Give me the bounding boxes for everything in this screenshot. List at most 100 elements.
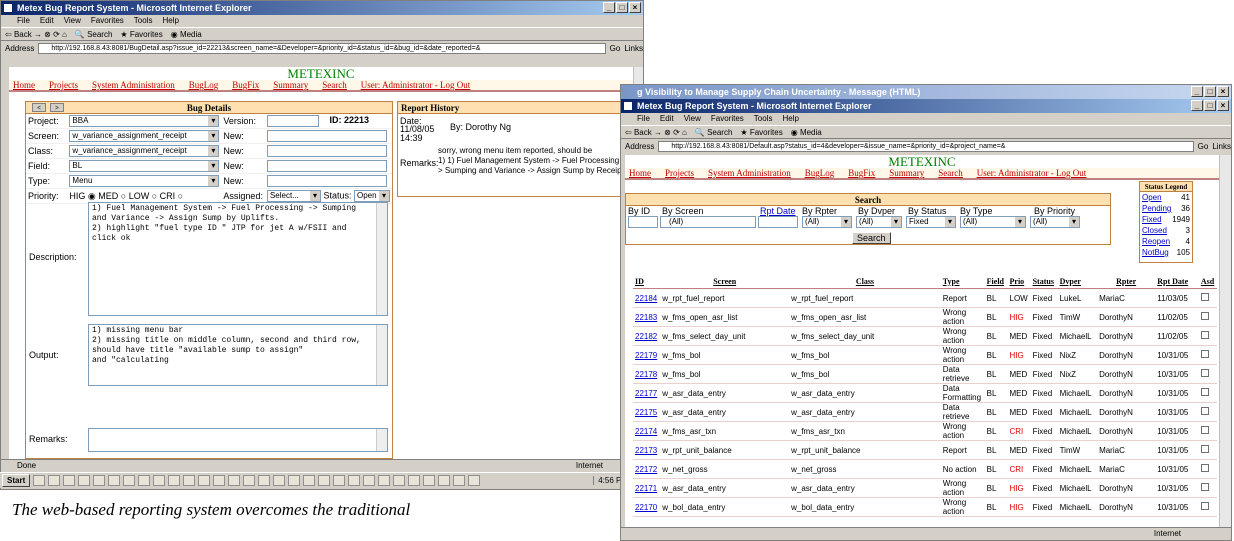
taskbar-item[interactable]	[468, 475, 481, 486]
row-id-link[interactable]: 22172	[633, 459, 661, 479]
row-id-link[interactable]: 22171	[633, 478, 661, 498]
screen-new-input[interactable]	[266, 130, 387, 142]
col-status[interactable]: Status	[1030, 275, 1058, 289]
col-asd[interactable]: Asd	[1198, 275, 1217, 289]
col-dvper[interactable]: Dvper	[1057, 275, 1098, 289]
search-button[interactable]: 🔍 Search	[75, 28, 113, 40]
close-button[interactable]: ×	[1217, 86, 1229, 97]
taskbar-item[interactable]	[363, 475, 376, 486]
nav-system-admin[interactable]: System Administration	[92, 80, 175, 90]
prev-button[interactable]: <	[32, 103, 46, 112]
search-rpter-select[interactable]: (All)	[802, 216, 852, 228]
taskbar-item[interactable]	[333, 475, 346, 486]
legend-fixed-link[interactable]: Fixed	[1142, 214, 1162, 225]
maximize-button[interactable]: □	[1204, 100, 1216, 111]
taskbar-item[interactable]	[108, 475, 121, 486]
go-button[interactable]: Go	[1198, 142, 1209, 151]
search-status-select[interactable]: Fixed	[906, 216, 956, 228]
nav-user-logout[interactable]: User: Administrator - Log Out	[361, 80, 471, 90]
taskbar-item[interactable]	[138, 475, 151, 486]
row-id-link[interactable]: 22179	[633, 345, 661, 365]
menu-tools[interactable]: Tools	[754, 113, 773, 125]
row-id-link[interactable]: 22173	[633, 440, 661, 460]
address-input[interactable]: http://192.168.8.43:8081/Default.asp?sta…	[658, 140, 1194, 152]
nav-bugfix[interactable]: BugFix	[232, 80, 259, 90]
nav-projects[interactable]: Projects	[665, 168, 694, 178]
col-field[interactable]: Field	[984, 275, 1008, 289]
search-id-input[interactable]	[628, 216, 658, 228]
row-assign-checkbox[interactable]	[1200, 407, 1209, 415]
search-priority-select[interactable]: (All)	[1030, 216, 1080, 228]
project-select[interactable]: BBA	[69, 115, 220, 127]
nav-summary[interactable]: Summary	[889, 168, 924, 178]
close-button[interactable]: ×	[629, 2, 641, 13]
taskbar-item[interactable]	[438, 475, 451, 486]
next-button[interactable]: >	[50, 103, 64, 112]
taskbar-item[interactable]	[213, 475, 226, 486]
favorites-button[interactable]: ★ Favorites	[740, 126, 782, 138]
col-prio[interactable]: Prio	[1007, 275, 1031, 289]
taskbar-item[interactable]	[243, 475, 256, 486]
links-label[interactable]: Links	[1212, 142, 1231, 151]
nav-bugfix[interactable]: BugFix	[848, 168, 875, 178]
menu-view[interactable]: View	[684, 113, 701, 125]
row-assign-checkbox[interactable]	[1200, 293, 1209, 301]
description-textarea[interactable]: 1) Fuel Management System -> Fuel Proces…	[88, 202, 388, 316]
field-new-input[interactable]	[266, 160, 387, 172]
right-vscrollbar[interactable]	[1219, 155, 1231, 527]
row-assign-checkbox[interactable]	[1200, 426, 1209, 434]
row-id-link[interactable]: 22170	[633, 497, 661, 517]
address-input[interactable]: http://192.168.8.43:8081/BugDetail.asp?i…	[38, 42, 606, 54]
taskbar-item[interactable]	[393, 475, 406, 486]
minimize-button[interactable]: _	[603, 2, 615, 13]
row-assign-checkbox[interactable]	[1200, 464, 1209, 472]
menu-favorites[interactable]: Favorites	[91, 15, 124, 27]
taskbar-item[interactable]	[318, 475, 331, 486]
search-dvper-select[interactable]: (All)	[856, 216, 902, 228]
taskbar-item[interactable]	[183, 475, 196, 486]
taskbar-item[interactable]	[48, 475, 61, 486]
row-assign-checkbox[interactable]	[1200, 369, 1209, 377]
taskbar-item[interactable]	[33, 475, 46, 486]
taskbar-item[interactable]	[123, 475, 136, 486]
search-submit-button[interactable]: Search	[852, 232, 891, 244]
search-date-input[interactable]	[758, 216, 798, 228]
nav-buglog[interactable]: BugLog	[805, 168, 835, 178]
menu-edit[interactable]: Edit	[660, 113, 674, 125]
type-new-input[interactable]	[266, 175, 387, 187]
taskbar-item[interactable]	[153, 475, 166, 486]
media-button[interactable]: ◉ Media	[791, 126, 822, 138]
menu-help[interactable]: Help	[162, 15, 178, 27]
taskbar-item[interactable]	[168, 475, 181, 486]
taskbar-item[interactable]	[378, 475, 391, 486]
search-type-select[interactable]: (All)	[960, 216, 1026, 228]
taskbar-item[interactable]	[288, 475, 301, 486]
output-textarea[interactable]: 1) missing menu bar 2) missing title on …	[88, 324, 388, 386]
menu-favorites[interactable]: Favorites	[711, 113, 744, 125]
nav-summary[interactable]: Summary	[273, 80, 308, 90]
field-select[interactable]: BL	[69, 160, 220, 172]
row-assign-checkbox[interactable]	[1200, 388, 1209, 396]
maximize-button[interactable]: □	[616, 2, 628, 13]
row-assign-checkbox[interactable]	[1200, 350, 1209, 358]
start-button[interactable]: Start	[2, 474, 31, 487]
label-rpt-date[interactable]: Rpt Date	[760, 206, 796, 216]
legend-closed-link[interactable]: Closed	[1142, 225, 1167, 236]
row-id-link[interactable]: 22177	[633, 383, 661, 403]
col-id[interactable]: ID	[633, 275, 661, 289]
nav-home[interactable]: Home	[629, 168, 651, 178]
row-assign-checkbox[interactable]	[1200, 483, 1209, 491]
taskbar-item[interactable]	[453, 475, 466, 486]
row-id-link[interactable]: 22175	[633, 402, 661, 422]
taskbar-item[interactable]	[258, 475, 271, 486]
taskbar-item[interactable]	[228, 475, 241, 486]
back-button[interactable]: ⇦ Back → ⊗ ⟳ ⌂	[5, 28, 67, 40]
row-id-link[interactable]: 22184	[633, 288, 661, 308]
row-id-link[interactable]: 22182	[633, 326, 661, 346]
version-input[interactable]	[266, 115, 319, 127]
media-button[interactable]: ◉ Media	[171, 28, 202, 40]
row-id-link[interactable]: 22178	[633, 364, 661, 384]
taskbar-item[interactable]	[93, 475, 106, 486]
taskbar-item[interactable]	[63, 475, 76, 486]
legend-notbug-link[interactable]: NotBug	[1142, 247, 1169, 258]
